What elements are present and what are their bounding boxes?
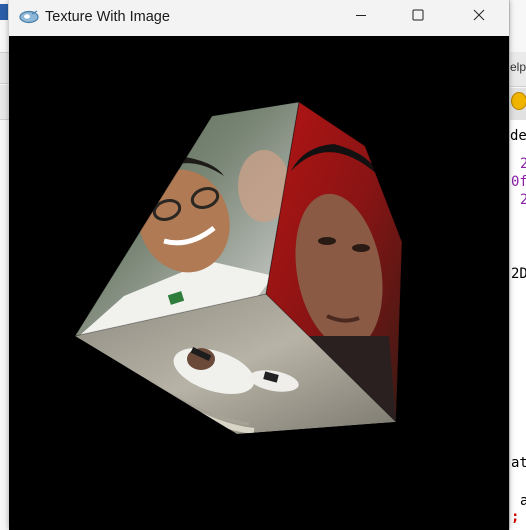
code-fragment: 2 [520, 156, 526, 172]
background-ide-left [0, 0, 9, 530]
code-fragment: at [511, 455, 526, 471]
code-fragment: ; [511, 509, 520, 525]
ide-menubar-fragment: elp [510, 52, 526, 87]
window-title: Texture With Image [45, 9, 170, 25]
ide-toolbar-left-2 [0, 85, 9, 120]
ide-icon [0, 4, 8, 20]
toolbar-smiley-icon [511, 92, 526, 110]
app-icon [18, 8, 40, 26]
code-fragment: de [510, 128, 526, 144]
minimize-button[interactable] [338, 0, 384, 34]
title-bar[interactable]: Texture With Image [9, 0, 509, 36]
code-fragment: 2 [520, 192, 526, 208]
background-ide-right: elp de 2 0f 2 2D at a ; [509, 0, 526, 530]
code-editor-fragment: de 2 0f 2 2D at a ; [510, 120, 526, 530]
menu-fragment: elp [510, 60, 526, 74]
close-button[interactable] [456, 0, 502, 34]
code-fragment: a [520, 493, 526, 509]
render-viewport[interactable] [9, 36, 509, 530]
app-window: Texture With Image [9, 0, 509, 530]
cube-scene [73, 101, 403, 434]
maximize-icon [412, 8, 424, 26]
minimize-icon [355, 8, 367, 26]
ide-toolbar-fragment [510, 88, 526, 121]
maximize-button[interactable] [395, 0, 441, 34]
code-fragment: 0f [511, 174, 526, 190]
ide-toolbar-left [0, 52, 9, 84]
close-icon [473, 8, 485, 26]
code-fragment: 2D [511, 266, 526, 282]
